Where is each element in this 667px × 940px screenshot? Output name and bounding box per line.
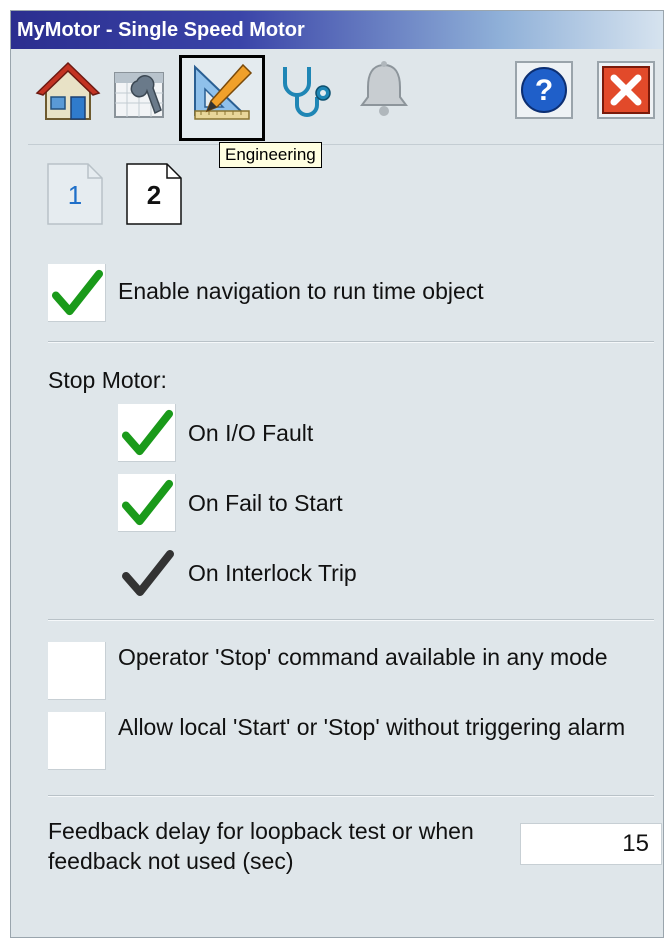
divider [48,341,654,343]
close-icon [597,61,655,119]
checkmark-icon [122,550,174,596]
on-interlock-trip-label: On Interlock Trip [188,560,357,586]
help-button[interactable]: ? [515,61,573,119]
maintenance-tab[interactable] [107,59,173,125]
operator-stop-label: Operator 'Stop' command available in any… [118,644,608,670]
on-io-fault-checkbox[interactable] [118,404,176,462]
close-button[interactable] [597,61,655,119]
checkmark-icon [121,479,174,526]
question-icon: ? [515,61,573,119]
window-title: MyMotor - Single Speed Motor [17,19,305,41]
stop-motor-heading: Stop Motor: [48,367,167,393]
on-io-fault-label: On I/O Fault [188,420,314,446]
divider [48,619,654,621]
title-bar: MyMotor - Single Speed Motor [11,11,663,49]
ruler-pencil-icon [194,63,253,120]
feedback-delay-label: Feedback delay for loopback test or when… [48,818,474,874]
page-1-label: 1 [67,180,83,210]
alarms-tab[interactable] [351,59,417,125]
home-tab[interactable] [35,59,101,125]
page-2-label: 2 [146,180,162,210]
page-1-tab[interactable]: 1 [46,162,104,226]
engineering-tab[interactable] [189,59,255,125]
calendar-wrench-icon [114,72,164,118]
allow-local-checkbox[interactable] [48,712,106,770]
enable-navigation-label: Enable navigation to run time object [118,278,484,304]
toolbar: ? [11,49,663,143]
engineering-page-content: 1 2 Enable navigation to run time object… [28,144,663,935]
diagnostics-tab[interactable] [273,59,339,125]
faceplate-window: MyMotor - Single Speed Motor ? Engineeri… [10,10,664,938]
feedback-delay-input[interactable]: 15 [520,823,662,865]
on-fail-to-start-label: On Fail to Start [188,490,343,516]
enable-navigation-checkbox[interactable] [48,264,106,322]
svg-text:?: ? [535,74,553,107]
checkmark-icon [51,269,104,316]
page-2-tab[interactable]: 2 [125,162,183,226]
on-interlock-trip-indicator [118,544,176,602]
allow-local-label: Allow local 'Start' or 'Stop' without tr… [118,714,626,740]
stethoscope-icon [283,67,331,117]
house-icon [35,61,101,120]
on-fail-to-start-checkbox[interactable] [118,474,176,532]
bell-icon [360,61,408,116]
checkmark-icon [121,409,174,456]
tooltip: Engineering [219,142,322,168]
divider [48,795,654,797]
operator-stop-checkbox[interactable] [48,642,106,700]
